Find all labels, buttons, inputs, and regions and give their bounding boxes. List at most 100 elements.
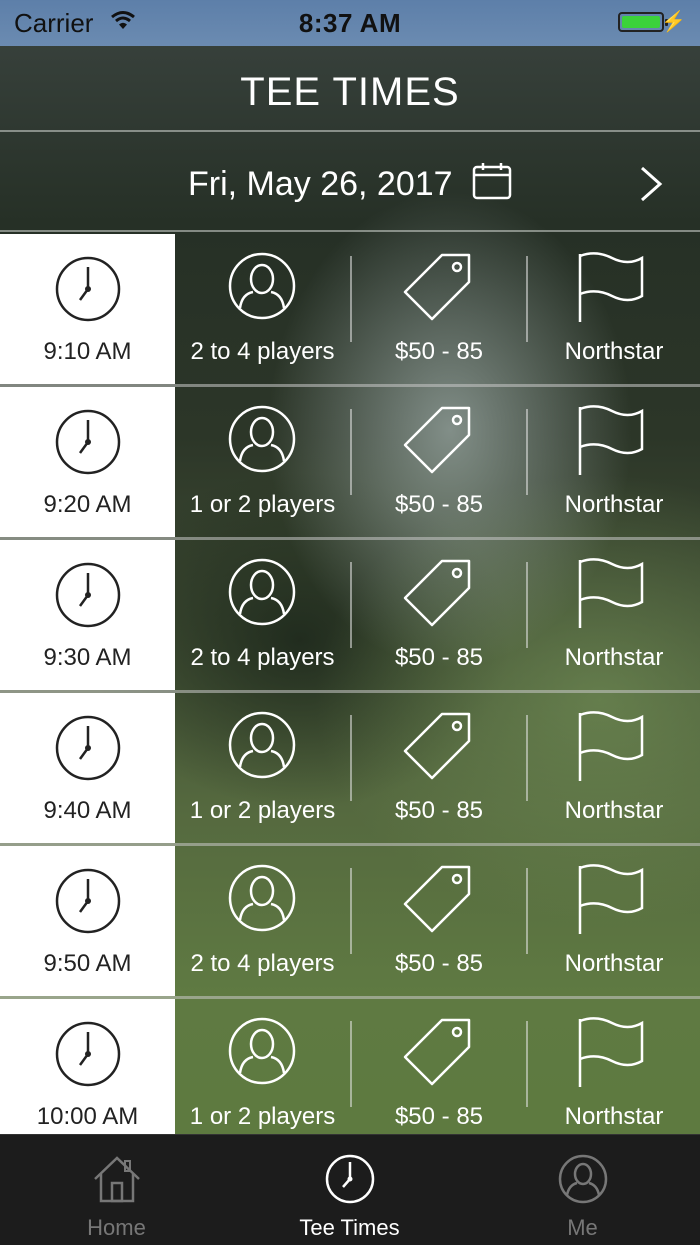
tee-time-row[interactable]: 9:10 AM 2 to 4 players $50 - 85 Northsta… [0,234,700,387]
course-label: Northstar [564,644,664,671]
players-cell: 1 or 2 players [175,693,350,843]
price-label: $50 - 85 [394,797,484,824]
tee-time-label: 9:50 AM [43,950,132,977]
tee-time-row[interactable]: 9:20 AM 1 or 2 players $50 - 85 Northsta… [0,387,700,540]
price-cell: $50 - 85 [352,693,526,843]
player-icon [228,252,296,320]
tab-home-label: Home [87,1215,146,1240]
course-cell: Northstar [528,234,700,384]
tee-time-cell[interactable]: 10:00 AM [0,999,175,1149]
status-bar: Carrier 8:37 AM ⚡ [0,0,700,46]
course-label: Northstar [564,491,664,518]
players-label: 2 to 4 players [190,338,335,365]
tee-time-cell[interactable]: 9:20 AM [0,387,175,537]
course-label: Northstar [564,950,664,977]
price-tag-icon [403,865,471,933]
calendar-icon[interactable] [472,162,512,200]
player-icon [228,405,296,473]
flag-icon [578,558,644,628]
flag-icon [578,1017,644,1087]
next-date-chevron-icon[interactable] [638,164,664,204]
tee-time-row[interactable]: 9:40 AM 1 or 2 players $50 - 85 Northsta… [0,693,700,846]
course-cell: Northstar [528,387,700,537]
price-label: $50 - 85 [394,491,484,518]
tee-time-label: 9:40 AM [43,797,132,824]
tee-time-label: 9:20 AM [43,491,132,518]
clock-icon [55,256,121,322]
clock-icon [55,409,121,475]
course-cell: Northstar [528,693,700,843]
player-icon [228,1017,296,1085]
tee-time-cell[interactable]: 9:40 AM [0,693,175,843]
course-label: Northstar [564,797,664,824]
tee-time-label: 9:10 AM [43,338,132,365]
tab-tee-times[interactable]: Tee Times [233,1135,466,1245]
price-tag-icon [403,559,471,627]
players-label: 2 to 4 players [190,644,335,671]
clock-icon [325,1154,374,1204]
player-icon [228,864,296,932]
price-cell: $50 - 85 [352,387,526,537]
clock-icon [55,562,121,628]
tee-time-cell[interactable]: 9:30 AM [0,540,175,690]
date-selector[interactable]: Fri, May 26, 2017 [0,134,700,230]
clock-icon [55,715,121,781]
players-cell: 2 to 4 players [175,234,350,384]
status-time: 8:37 AM [298,8,402,38]
players-cell: 1 or 2 players [175,387,350,537]
selected-date[interactable]: Fri, May 26, 2017 [188,165,453,203]
course-cell: Northstar [528,999,700,1149]
tab-me-label: Me [567,1215,598,1240]
players-label: 1 or 2 players [189,491,336,518]
player-icon [228,711,296,779]
tab-me[interactable]: Me [466,1135,699,1245]
flag-icon [578,711,644,781]
players-cell: 1 or 2 players [175,999,350,1149]
page-title: TEE TIMES [240,70,460,114]
course-label: Northstar [564,1103,664,1130]
players-cell: 2 to 4 players [175,846,350,996]
player-icon [228,558,296,626]
tab-home[interactable]: Home [0,1135,233,1245]
tab-tee-times-label: Tee Times [299,1215,400,1240]
course-cell: Northstar [528,846,700,996]
tee-time-row[interactable]: 10:00 AM 1 or 2 players $50 - 85 Northst… [0,999,700,1152]
flag-icon [578,405,644,475]
divider [0,230,700,232]
flag-icon [578,864,644,934]
price-cell: $50 - 85 [352,846,526,996]
price-label: $50 - 85 [394,338,484,365]
price-label: $50 - 85 [394,950,484,977]
players-label: 1 or 2 players [189,1103,336,1130]
tee-time-row[interactable]: 9:30 AM 2 to 4 players $50 - 85 Northsta… [0,540,700,693]
house-icon [93,1156,140,1203]
tee-time-row[interactable]: 9:50 AM 2 to 4 players $50 - 85 Northsta… [0,846,700,999]
flag-icon [578,252,644,322]
battery-icon [618,12,668,32]
tee-time-cell[interactable]: 9:10 AM [0,234,175,384]
price-tag-icon [403,1018,471,1086]
person-icon [558,1154,607,1204]
tee-time-label: 10:00 AM [36,1103,139,1130]
price-cell: $50 - 85 [352,234,526,384]
price-tag-icon [403,406,471,474]
price-tag-icon [403,712,471,780]
nav-header: TEE TIMES [0,46,700,132]
charging-icon: ⚡ [661,11,686,33]
tab-bar: Home Tee Times Me [0,1134,700,1245]
players-label: 1 or 2 players [189,797,336,824]
clock-icon [55,1021,121,1087]
players-cell: 2 to 4 players [175,540,350,690]
tee-time-list: 9:10 AM 2 to 4 players $50 - 85 Northsta… [0,234,700,1152]
price-cell: $50 - 85 [352,540,526,690]
tee-time-label: 9:30 AM [43,644,132,671]
price-label: $50 - 85 [394,1103,484,1130]
price-tag-icon [403,253,471,321]
course-cell: Northstar [528,540,700,690]
course-label: Northstar [564,338,664,365]
price-cell: $50 - 85 [352,999,526,1149]
clock-icon [55,868,121,934]
divider [0,130,700,132]
price-label: $50 - 85 [394,644,484,671]
tee-time-cell[interactable]: 9:50 AM [0,846,175,996]
